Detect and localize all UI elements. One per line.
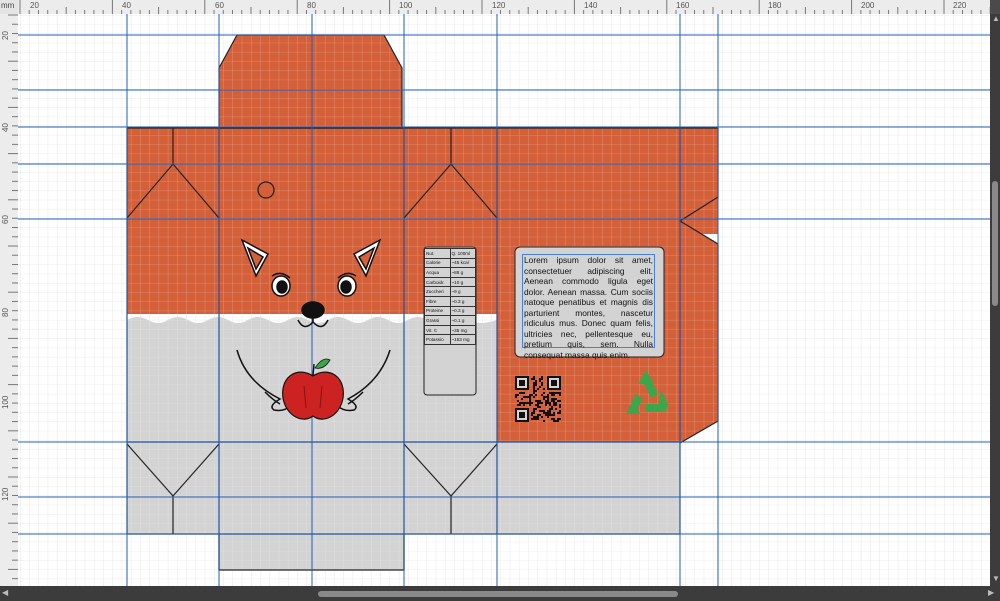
ruler-left-label: 120 bbox=[1, 487, 10, 501]
ruler-top-label: 220 bbox=[953, 1, 967, 10]
table-row: Proteine ~0.3 g bbox=[424, 305, 476, 317]
ruler-top-label: 200 bbox=[861, 1, 875, 10]
nutrient-value: ~35 mg bbox=[449, 324, 476, 336]
table-row: Nut. Q. 100ml bbox=[424, 248, 476, 259]
ruler-top-label: 80 bbox=[307, 1, 316, 10]
table-row: Potassio ~153 mg bbox=[424, 334, 476, 345]
scroll-right-icon[interactable]: ▶ bbox=[988, 588, 994, 597]
table-row: Fibre ~0.3 g bbox=[424, 295, 476, 307]
nutrient-value: ~45 kcal bbox=[449, 257, 476, 269]
table-row: Acqua ~88 g bbox=[424, 267, 476, 278]
lorem-text-block[interactable]: Lorem ipsum dolor sit amet, consectetuer… bbox=[522, 254, 655, 360]
nutrient-name: Potassio bbox=[424, 334, 451, 345]
nutrient-name: Vit. C bbox=[424, 324, 451, 336]
table-row: Zuccheri ~9 g bbox=[424, 286, 476, 297]
nutrient-name: Proteine bbox=[424, 305, 451, 317]
ruler-left-label: 40 bbox=[1, 123, 10, 132]
table-row: Calorie ~45 kcal bbox=[424, 257, 476, 269]
scroll-left-icon[interactable]: ◀ bbox=[2, 588, 8, 597]
horizontal-scrollbar[interactable]: ◀ ▶ bbox=[0, 586, 1000, 601]
nutrient-value: ~0.1 g bbox=[449, 315, 476, 326]
nutrient-name: Grassi bbox=[424, 315, 451, 326]
table-row: Carboidr. ~10 g bbox=[424, 276, 476, 288]
nutrient-name: Acqua bbox=[424, 267, 451, 278]
ruler-left-label: 60 bbox=[1, 215, 10, 224]
ruler-top-label: 160 bbox=[676, 1, 690, 10]
nutrient-name: Carboidr. bbox=[424, 276, 451, 288]
nutrient-value: ~10 g bbox=[449, 276, 476, 288]
ruler-top-label: 60 bbox=[215, 1, 224, 10]
ruler-top-label: 100 bbox=[399, 1, 413, 10]
nutrition-header-cell: Q. 100ml bbox=[449, 248, 476, 259]
horizontal-scroll-thumb[interactable] bbox=[318, 591, 678, 597]
table-row: Vit. C ~35 mg bbox=[424, 324, 476, 336]
ruler-top-label: 180 bbox=[768, 1, 782, 10]
nutrient-name: Calorie bbox=[424, 257, 451, 269]
ruler-top-label: 120 bbox=[492, 1, 506, 10]
nutrition-header-cell: Nut. bbox=[424, 248, 451, 259]
nutrient-value: ~153 mg bbox=[449, 334, 476, 345]
nutrient-value: ~0.3 g bbox=[449, 305, 476, 317]
nutrient-name: Fibre bbox=[424, 295, 451, 307]
ruler-left-label: 80 bbox=[1, 308, 10, 317]
nutrient-value: ~88 g bbox=[449, 267, 476, 278]
ruler-left-label: 20 bbox=[1, 31, 10, 40]
ruler-unit-label: mm bbox=[1, 1, 15, 10]
ruler-top-label: 40 bbox=[122, 1, 131, 10]
table-row: Grassi ~0.1 g bbox=[424, 315, 476, 326]
vertical-ruler[interactable]: 20 40 60 80 100 120 bbox=[0, 14, 19, 586]
vertical-scroll-thumb[interactable] bbox=[992, 181, 998, 306]
nutrient-value: ~9 g bbox=[449, 286, 476, 297]
design-canvas[interactable]: Nut. Q. 100ml Calorie ~45 kcal Acqua ~88 g… bbox=[18, 14, 990, 586]
vertical-scrollbar[interactable]: ▲ ▼ bbox=[990, 14, 1000, 586]
ruler-top-label: 140 bbox=[584, 1, 598, 10]
hang-hole-icon bbox=[257, 181, 275, 199]
horizontal-ruler[interactable]: 20 40 60 80 100 120 140 160 180 200 220 bbox=[18, 0, 990, 15]
nutrient-value: ~0.3 g bbox=[449, 295, 476, 307]
ruler-top-label: 20 bbox=[30, 1, 39, 10]
ruler-corner: mm bbox=[0, 0, 19, 15]
scroll-up-icon[interactable]: ▲ bbox=[992, 14, 1000, 23]
packaging-dieline[interactable] bbox=[18, 14, 990, 586]
nutrition-table[interactable]: Nut. Q. 100ml Calorie ~45 kcal Acqua ~88 g… bbox=[424, 248, 476, 394]
ruler-left-label: 100 bbox=[1, 395, 10, 409]
scroll-down-icon[interactable]: ▼ bbox=[992, 574, 1000, 583]
nutrient-name: Zuccheri bbox=[424, 286, 451, 297]
